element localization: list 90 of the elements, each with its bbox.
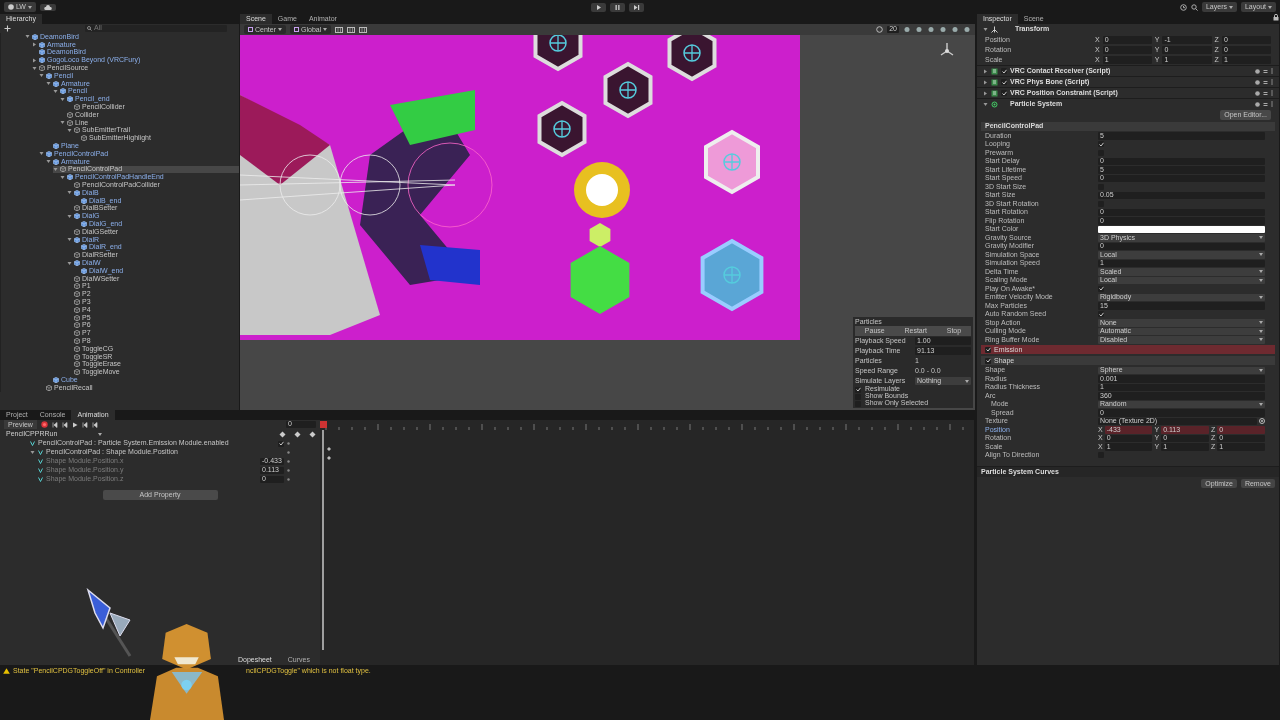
checkmark-icon <box>1098 141 1104 147</box>
expand-arrow-icon[interactable] <box>60 174 65 180</box>
expand-arrow-icon[interactable] <box>46 81 51 87</box>
preset-icon[interactable] <box>1263 79 1268 85</box>
add-icon[interactable] <box>4 25 11 32</box>
caret-icon <box>278 28 282 31</box>
search-icon[interactable] <box>1190 3 1198 11</box>
caret-icon <box>323 28 328 31</box>
checkbox[interactable] <box>1098 141 1104 148</box>
cloud-icon <box>44 4 52 10</box>
caret-icon <box>1259 402 1263 406</box>
search-icon <box>87 26 92 31</box>
keyframe-dot-icon <box>287 442 290 445</box>
pivot-icon <box>294 27 299 32</box>
color-field[interactable] <box>1098 225 1265 234</box>
expand-arrow-icon[interactable] <box>32 57 37 63</box>
lock-icon[interactable] <box>1273 14 1279 21</box>
caret-icon <box>1259 253 1263 257</box>
add-keyframe-icon[interactable] <box>294 430 301 438</box>
expand-arrow-icon[interactable] <box>39 151 44 157</box>
expand-arrow-icon[interactable] <box>983 27 988 32</box>
gizmo-icon[interactable] <box>876 26 884 33</box>
transport-button[interactable] <box>629 2 645 12</box>
expand-arrow-icon[interactable] <box>25 34 30 40</box>
caret-icon <box>1228 5 1233 9</box>
caret-icon <box>1259 236 1263 240</box>
expand-arrow-icon[interactable] <box>67 127 72 133</box>
keyframe-dot-icon <box>287 469 290 472</box>
keyframe-dot-icon <box>287 460 290 463</box>
script-icon <box>991 89 998 97</box>
checkbox[interactable] <box>855 386 861 393</box>
keyframe-dot-icon <box>287 451 290 454</box>
record-icon[interactable] <box>40 421 48 428</box>
expand-arrow-icon[interactable] <box>67 260 72 266</box>
transport-button[interactable] <box>591 2 607 12</box>
play-icon <box>595 3 603 11</box>
caret-icon <box>1259 368 1263 372</box>
caret-icon <box>28 5 32 9</box>
transport-button[interactable] <box>610 2 626 12</box>
caret-icon <box>1268 5 1272 9</box>
checkbox[interactable] <box>1098 285 1104 292</box>
checkmark-icon <box>1098 311 1104 317</box>
previous-frame-icon[interactable] <box>61 421 68 428</box>
expand-arrow-icon[interactable] <box>60 120 65 126</box>
checkbox[interactable] <box>1001 90 1007 96</box>
checkbox[interactable] <box>985 346 991 353</box>
checkmark-icon <box>278 441 284 446</box>
expand-arrow-icon[interactable] <box>67 237 72 243</box>
checkbox[interactable] <box>1001 68 1007 74</box>
expand-arrow-icon[interactable] <box>46 159 51 165</box>
expand-arrow-icon[interactable] <box>53 88 58 94</box>
checkbox[interactable] <box>1098 311 1104 318</box>
script-icon <box>991 78 998 86</box>
keyframe-dot-icon <box>287 478 290 481</box>
pivot-icon <box>248 27 253 32</box>
checkmark-icon <box>1098 286 1104 292</box>
cloud-button[interactable] <box>40 3 56 11</box>
add-event-icon[interactable] <box>309 430 316 438</box>
checkmark-icon <box>855 387 861 392</box>
first-frame-icon[interactable] <box>51 421 58 428</box>
grid-icon[interactable] <box>335 26 344 33</box>
preset-icon[interactable] <box>1263 68 1268 74</box>
expand-arrow-icon[interactable] <box>32 42 37 48</box>
particles-icon <box>991 100 998 108</box>
checkbox[interactable] <box>855 400 861 407</box>
transform-icon <box>991 26 998 33</box>
object-picker-icon[interactable] <box>1259 418 1265 425</box>
caret-icon <box>965 379 969 383</box>
checkbox[interactable] <box>1001 79 1007 85</box>
warning-icon <box>3 668 10 674</box>
expand-arrow-icon[interactable] <box>30 450 35 455</box>
checkbox[interactable] <box>278 440 284 447</box>
expand-arrow-icon[interactable] <box>67 190 72 196</box>
caret-icon <box>98 432 102 436</box>
step-icon <box>633 3 641 11</box>
user-icon <box>8 4 14 10</box>
history-icon[interactable] <box>1179 3 1187 11</box>
keyframe-nav-icon[interactable] <box>279 430 286 438</box>
expand-arrow-icon[interactable] <box>32 65 37 71</box>
expand-arrow-icon[interactable] <box>53 166 58 172</box>
script-icon <box>991 67 998 75</box>
caret-icon <box>1259 295 1263 299</box>
preset-icon[interactable] <box>1263 90 1268 96</box>
preset-icon[interactable] <box>1263 101 1268 107</box>
expand-arrow-icon[interactable] <box>60 96 65 102</box>
caret-icon <box>1259 338 1263 342</box>
expand-arrow-icon[interactable] <box>67 213 72 219</box>
expand-arrow-icon[interactable] <box>39 73 44 79</box>
pause-icon <box>614 3 622 11</box>
checkbox[interactable] <box>985 357 991 364</box>
